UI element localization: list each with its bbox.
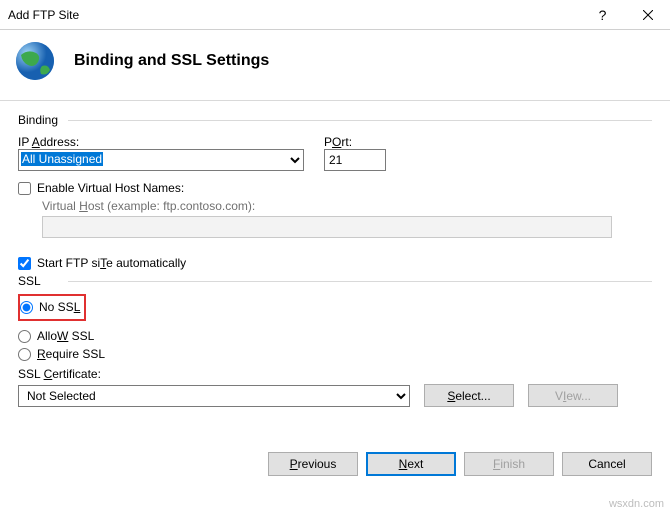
vhost-input [42,216,612,238]
titlebar: Add FTP Site ? [0,0,670,30]
finish-button: Finish [464,452,554,476]
ip-address-label: IP Address: [18,135,304,149]
ssl-cert-label: SSL Certificate: [18,367,652,381]
globe-icon [14,40,56,82]
allow-ssl-label: AlloW SSL [37,329,94,343]
require-ssl-radio[interactable] [18,348,31,361]
cancel-button[interactable]: Cancel [562,452,652,476]
window-title: Add FTP Site [8,8,580,22]
no-ssl-radio[interactable] [20,301,33,314]
no-ssl-label: No SSL [39,300,80,314]
binding-group-label: Binding [18,113,652,127]
watermark: wsxdn.com [609,498,664,510]
previous-button[interactable]: Previous [268,452,358,476]
next-button[interactable]: Next [366,452,456,476]
wizard-footer: Previous Next Finish Cancel [268,452,652,476]
port-input[interactable] [324,149,386,171]
allow-ssl-radio[interactable] [18,330,31,343]
wizard-header: Binding and SSL Settings [0,30,670,101]
close-button[interactable] [625,0,670,30]
enable-vhost-checkbox[interactable] [18,182,31,195]
page-title: Binding and SSL Settings [74,52,269,70]
ssl-cert-select[interactable]: Not Selected [18,385,410,407]
require-ssl-label: Require SSL [37,347,105,361]
port-label: POrt: [324,135,386,149]
enable-vhost-label: Enable Virtual Host Names: [37,181,184,195]
close-icon [643,10,653,20]
select-cert-button[interactable]: Select... [424,384,514,407]
view-cert-button: VIew... [528,384,618,407]
ip-address-select[interactable] [18,149,304,171]
help-button[interactable]: ? [580,0,625,30]
auto-start-label: Start FTP siTe automatically [37,256,186,270]
auto-start-checkbox[interactable] [18,257,31,270]
vhost-label: Virtual Host (example: ftp.contoso.com): [42,199,652,213]
ssl-group-label: SSL [18,274,652,288]
